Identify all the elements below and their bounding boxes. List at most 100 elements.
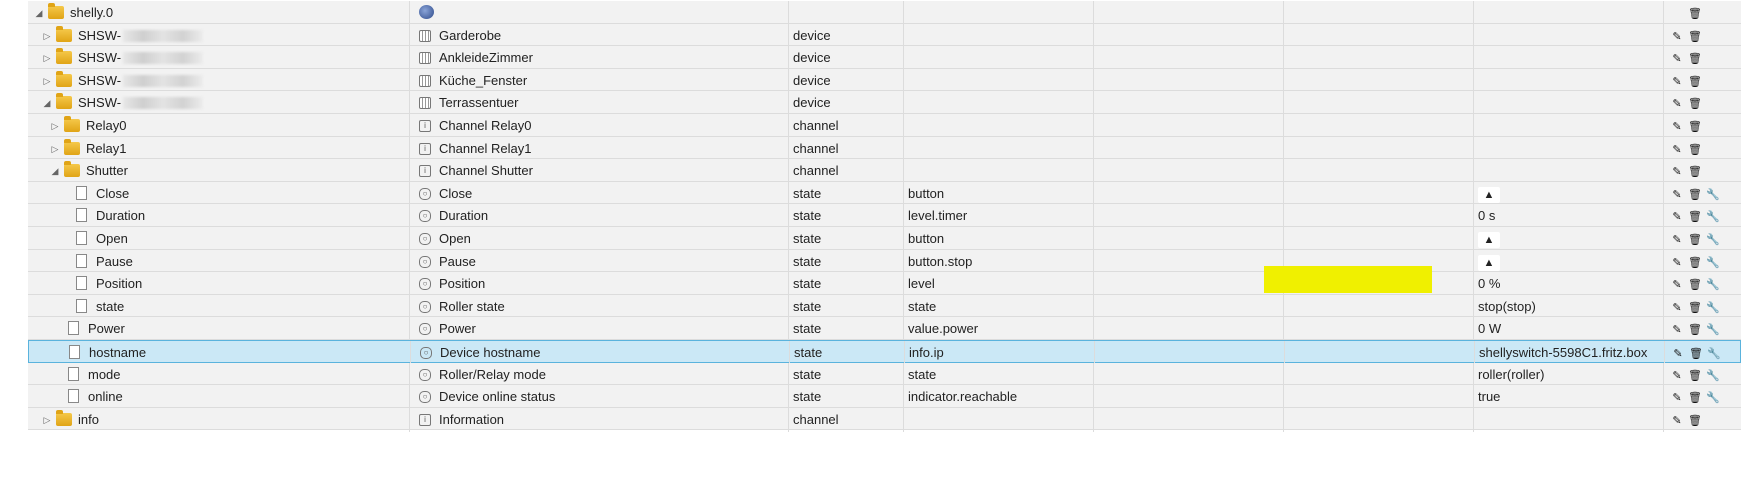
tree-row-relay1[interactable]: ▷ Relay1 i Channel Relay1 channel ✎ 🗑 <box>28 136 1741 161</box>
value-cell[interactable]: true <box>1474 385 1664 410</box>
tree-row-close[interactable]: Close ○ Close state button ▲ ✎ 🗑 🔧 <box>28 181 1741 206</box>
type-cell: state <box>789 362 904 387</box>
wrench-button[interactable]: 🔧 <box>1704 296 1722 319</box>
tree-row-shsw-[interactable]: ▷ SHSW- Küche_Fenster device ✎ 🗑 <box>28 68 1741 93</box>
tree-row-mode[interactable]: mode ○ Roller/Relay mode state state roller(r… <box>28 362 1741 387</box>
wrench-button[interactable]: 🔧 <box>1704 273 1722 296</box>
pencil-button[interactable]: ✎ <box>1668 47 1686 70</box>
folder-icon <box>56 70 72 87</box>
trash-button[interactable]: 🗑 <box>1686 251 1704 274</box>
collapse-toggle-icon[interactable]: ◢ <box>50 159 60 183</box>
tree-row-shutter[interactable]: ◢ Shutter i Channel Shutter channel ✎ 🗑 <box>28 159 1741 184</box>
tree-row-state[interactable]: state ○ Roller state state state stop(stop) ✎ 🗑… <box>28 294 1741 319</box>
value-cell[interactable]: stop(stop) <box>1474 294 1664 319</box>
press-button[interactable]: ▲ <box>1478 186 1500 203</box>
tree-row-online[interactable]: online ○ Device online status state indicato… <box>28 385 1741 410</box>
wrench-button[interactable]: 🔧 <box>1704 251 1722 274</box>
value-cell[interactable]: roller(roller) <box>1474 362 1664 387</box>
expand-toggle-icon[interactable]: ▷ <box>42 24 52 48</box>
pencil-button[interactable]: ✎ <box>1668 25 1686 48</box>
value-cell[interactable]: shellyswitch-5598C1.fritz.box <box>1475 341 1665 365</box>
pencil-button[interactable]: ✎ <box>1669 342 1687 365</box>
trash-button[interactable]: 🗑 <box>1686 386 1704 409</box>
tree-row-power[interactable]: Power ○ Power state value.power 0 W ✎ 🗑 🔧 <box>28 317 1741 342</box>
collapse-toggle-icon[interactable]: ◢ <box>34 1 44 25</box>
pencil-button[interactable]: ✎ <box>1668 70 1686 93</box>
trash-button[interactable]: 🗑 <box>1687 342 1705 365</box>
object-name: Device online status <box>439 389 556 405</box>
tree-row-pause[interactable]: Pause ○ Pause state button.stop ▲ ✎ 🗑 🔧 <box>28 249 1741 274</box>
pencil-button[interactable]: ✎ <box>1668 183 1686 206</box>
trash-button[interactable]: 🗑 <box>1686 183 1704 206</box>
tree-row-hostname[interactable]: hostname ○ Device hostname state info.ip shel… <box>28 340 1741 365</box>
trash-button[interactable]: 🗑 <box>1686 318 1704 341</box>
pencil-button[interactable]: ✎ <box>1668 138 1686 161</box>
trash-button[interactable]: 🗑 <box>1686 138 1704 161</box>
pencil-button[interactable]: ✎ <box>1668 273 1686 296</box>
object-type: state <box>793 298 822 314</box>
name-cell: ○ Roller state <box>410 294 789 319</box>
trash-button[interactable]: 🗑 <box>1686 205 1704 228</box>
trash-button[interactable]: 🗑 <box>1686 2 1704 25</box>
value-cell[interactable]: 0 s <box>1474 204 1664 229</box>
actions-cell: ✎ 🗑 <box>1664 69 1741 93</box>
name-cell: ○ Power <box>410 317 789 342</box>
wrench-button[interactable]: 🔧 <box>1704 228 1722 251</box>
tree-row-duration[interactable]: Duration ○ Duration state level.timer 0 s ✎ 🗑 🔧 <box>28 204 1741 229</box>
pencil-button[interactable]: ✎ <box>1668 228 1686 251</box>
object-type: state <box>793 389 822 405</box>
tree-row-shelly-0[interactable]: ◢ shelly.0 🗑 <box>28 1 1741 25</box>
trash-button[interactable]: 🗑 <box>1686 115 1704 138</box>
expand-toggle-icon[interactable]: ▷ <box>42 69 52 93</box>
trash-button[interactable]: 🗑 <box>1686 364 1704 387</box>
object-type: state <box>793 208 822 224</box>
file-icon <box>76 185 87 200</box>
tree-row-relay0[interactable]: ▷ Relay0 i Channel Relay0 channel ✎ 🗑 <box>28 114 1741 138</box>
pencil-button[interactable]: ✎ <box>1668 115 1686 138</box>
state-type-icon: ○ <box>419 391 431 404</box>
pencil-button[interactable]: ✎ <box>1668 296 1686 319</box>
value-cell[interactable]: 0 % <box>1474 272 1664 297</box>
room-cell <box>1094 159 1284 184</box>
expand-toggle-icon[interactable]: ▷ <box>42 408 52 432</box>
tree-row-position[interactable]: Position ○ Position state level 0 % ✎ 🗑 🔧 <box>28 272 1741 297</box>
pencil-button[interactable]: ✎ <box>1668 318 1686 341</box>
press-button[interactable]: ▲ <box>1478 254 1500 271</box>
tree-row-open[interactable]: Open ○ Open state button ▲ ✎ 🗑 🔧 <box>28 227 1741 251</box>
wrench-button[interactable]: 🔧 <box>1704 183 1722 206</box>
pencil-button[interactable]: ✎ <box>1668 205 1686 228</box>
trash-button[interactable]: 🗑 <box>1686 70 1704 93</box>
collapse-toggle-icon[interactable]: ◢ <box>42 91 52 115</box>
wrench-button[interactable]: 🔧 <box>1704 386 1722 409</box>
wrench-button[interactable]: 🔧 <box>1705 342 1723 365</box>
tree-row-info[interactable]: ▷ info i Information channel ✎ 🗑 <box>28 407 1741 432</box>
pencil-button[interactable]: ✎ <box>1668 251 1686 274</box>
trash-button[interactable]: 🗑 <box>1686 25 1704 48</box>
tree-row-shsw-[interactable]: ▷ SHSW- AnkleideZimmer device ✎ 🗑 <box>28 46 1741 71</box>
object-name: Channel Relay0 <box>439 118 532 133</box>
trash-button[interactable]: 🗑 <box>1686 92 1704 115</box>
expand-toggle-icon[interactable]: ▷ <box>50 114 60 138</box>
pencil-button[interactable]: ✎ <box>1668 160 1686 183</box>
trash-button[interactable]: 🗑 <box>1686 296 1704 319</box>
tree-row-shsw-[interactable]: ◢ SHSW- Terrassentuer device ✎ 🗑 <box>28 91 1741 116</box>
trash-button[interactable]: 🗑 <box>1686 273 1704 296</box>
pencil-button[interactable]: ✎ <box>1668 409 1686 432</box>
expand-toggle-icon[interactable]: ▷ <box>42 46 52 70</box>
trash-button[interactable]: 🗑 <box>1686 47 1704 70</box>
function-cell <box>1284 23 1474 48</box>
trash-button[interactable]: 🗑 <box>1686 228 1704 251</box>
trash-button[interactable]: 🗑 <box>1686 160 1704 183</box>
type-cell: state <box>789 272 904 297</box>
expand-toggle-icon[interactable]: ▷ <box>50 137 60 161</box>
trash-button[interactable]: 🗑 <box>1686 409 1704 432</box>
wrench-button[interactable]: 🔧 <box>1704 318 1722 341</box>
wrench-button[interactable]: 🔧 <box>1704 364 1722 387</box>
press-button[interactable]: ▲ <box>1478 232 1500 248</box>
pencil-button[interactable]: ✎ <box>1668 386 1686 409</box>
pencil-button[interactable]: ✎ <box>1668 92 1686 115</box>
value-cell[interactable]: 0 W <box>1474 317 1664 342</box>
tree-row-shsw-[interactable]: ▷ SHSW- Garderobe device ✎ 🗑 <box>28 23 1741 48</box>
pencil-button[interactable]: ✎ <box>1668 364 1686 387</box>
wrench-button[interactable]: 🔧 <box>1704 205 1722 228</box>
